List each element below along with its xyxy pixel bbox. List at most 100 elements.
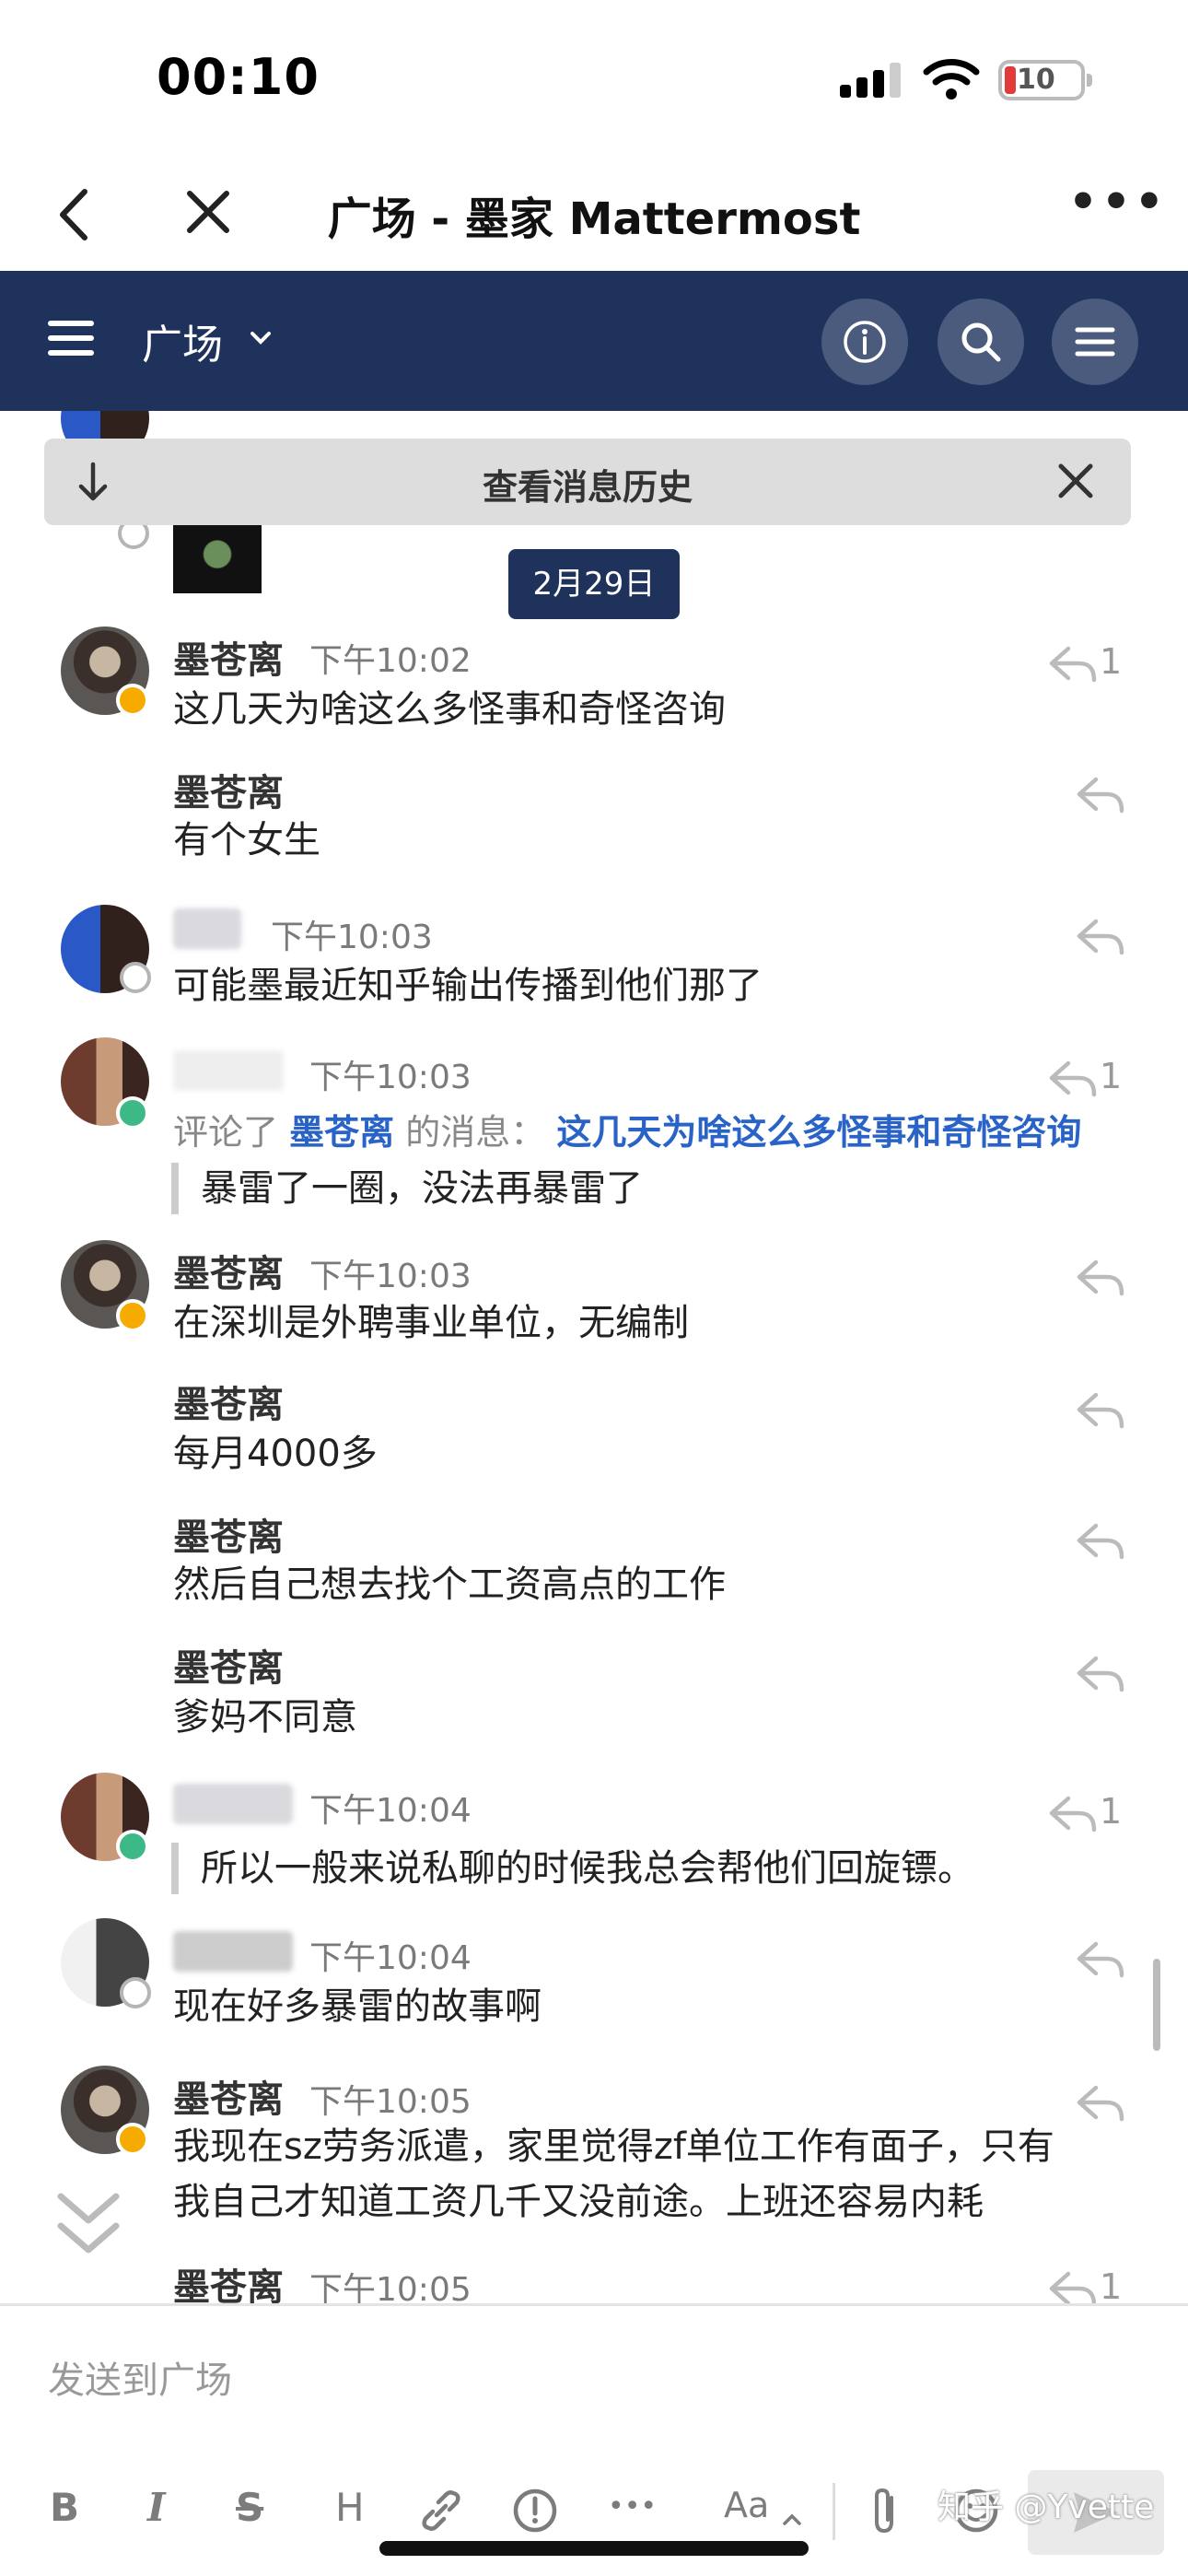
main-menu-icon[interactable] [48, 321, 94, 357]
back-icon[interactable] [52, 182, 98, 247]
status-away-icon [116, 1299, 149, 1332]
scrollbar-thumb[interactable] [1153, 1959, 1160, 2051]
reply-icon[interactable] [1074, 1938, 1127, 1979]
message-text: 暴雷了一圈，没法再暴雷了 [201, 1167, 643, 1210]
toolbar-divider [833, 2483, 835, 2540]
more-options-icon[interactable]: ••• [1068, 175, 1168, 228]
reply-count[interactable]: 1 [1100, 641, 1122, 682]
message-time: 下午10:03 [271, 919, 433, 956]
message-text: 现在好多暴雷的故事啊 [173, 1985, 542, 2028]
comment-header: 评论了 墨苍离 的消息： 这几天为啥这么多怪事和奇怪咨询 [173, 1104, 1081, 1154]
sender-name-redacted [173, 908, 241, 949]
sender-name[interactable]: 墨苍离 [173, 2069, 284, 2123]
channel-header: 广场 [0, 271, 1188, 411]
link-icon[interactable] [416, 2485, 466, 2536]
message-text: 爹妈不同意 [173, 1696, 357, 1739]
message-text-line1: 我现在sz劳务派遣，家里觉得zf单位工作有面子，只有 [173, 2125, 1054, 2168]
sender-name[interactable]: 墨苍离 [173, 1638, 284, 1692]
menu-icon [1075, 327, 1115, 357]
priority-icon[interactable] [510, 2485, 560, 2536]
comment-suffix: 的消息： [405, 1112, 546, 1153]
message-text-line2: 我自己才知道工资几千又没前途。上班还容易内耗 [173, 2181, 984, 2223]
reply-count[interactable]: 1 [1100, 1056, 1122, 1096]
search-icon [961, 322, 1001, 362]
reply-icon[interactable] [1074, 1389, 1127, 1430]
reply-icon[interactable] [1046, 1058, 1100, 1098]
reply-icon[interactable] [1074, 1653, 1127, 1693]
message-text: 这几天为啥这么多怪事和奇怪咨询 [173, 688, 726, 731]
date-separator: 2月29日 [508, 549, 680, 619]
reply-icon[interactable] [1046, 1793, 1100, 1833]
channel-menu-button[interactable] [1052, 299, 1138, 385]
sender-name-redacted [173, 1050, 284, 1091]
status-online-icon [116, 1096, 149, 1130]
message-time: 下午10:02 [309, 642, 472, 680]
italic-button[interactable]: I [147, 2485, 166, 2536]
message-time: 下午10:04 [309, 1939, 472, 1977]
page-title: 广场 - 墨家 Mattermost [327, 193, 861, 245]
sender-name[interactable]: 墨苍离 [173, 1375, 284, 1428]
history-banner[interactable]: 查看消息历史 [44, 439, 1131, 525]
double-chevron-down-icon[interactable] [52, 2189, 125, 2263]
chevron-up-icon[interactable] [781, 2494, 803, 2546]
sender-name[interactable]: 墨苍离 [173, 1244, 284, 1297]
strikethrough-button[interactable]: S [236, 2485, 263, 2536]
channel-name[interactable]: 广场 [142, 311, 223, 370]
channel-info-button[interactable] [821, 299, 908, 385]
message-text: 在深圳是外聘事业单位，无编制 [173, 1302, 689, 1344]
format-button[interactable]: Aa [724, 2485, 769, 2536]
home-indicator[interactable] [379, 2541, 809, 2556]
status-offline-icon [120, 962, 151, 993]
sender-name[interactable]: 墨苍离 [173, 2257, 284, 2303]
reply-icon[interactable] [1074, 1257, 1127, 1297]
reply-icon[interactable] [1074, 774, 1127, 814]
history-banner-label: 查看消息历史 [482, 467, 693, 508]
battery-tip [1087, 74, 1092, 87]
sender-name[interactable]: 墨苍离 [173, 1507, 284, 1561]
battery-icon: 10 [998, 60, 1085, 100]
reply-count[interactable]: 1 [1100, 2266, 1122, 2303]
paperclip-icon[interactable] [866, 2485, 903, 2536]
sender-name[interactable]: 墨苍离 [173, 763, 284, 816]
bold-button[interactable]: B [50, 2485, 79, 2536]
chevron-down-icon[interactable] [247, 324, 274, 352]
reply-count[interactable]: 1 [1100, 1791, 1122, 1832]
message-text: 所以一般来说私聊的时候我总会帮他们回旋镖。 [201, 1847, 974, 1890]
message-time: 下午10:04 [309, 1792, 472, 1830]
message-text: 有个女生 [173, 819, 320, 861]
message-time: 下午10:03 [309, 1059, 472, 1096]
message-list[interactable]: 查看消息历史 2月29日 墨苍离 下午10:02 这几天为啥这么多怪事和奇怪咨询… [0, 411, 1188, 2303]
wifi-icon [923, 59, 980, 100]
status-away-icon [116, 684, 149, 717]
battery-level: 10 [1017, 64, 1055, 96]
info-icon [844, 321, 886, 363]
message-input[interactable]: 发送到广场 [48, 2350, 232, 2404]
reply-icon[interactable] [1074, 916, 1127, 956]
close-icon[interactable] [181, 184, 236, 240]
comment-prefix: 评论了 [173, 1112, 279, 1153]
message-text: 可能墨最近知乎输出传播到他们那了 [173, 965, 763, 1007]
status-away-icon [116, 2123, 149, 2156]
browser-bar: 广场 - 墨家 Mattermost ••• [0, 157, 1188, 271]
reply-icon[interactable] [1046, 643, 1100, 684]
more-formatting-button[interactable]: ••• [608, 2490, 657, 2542]
close-icon[interactable] [1055, 461, 1096, 501]
reply-icon[interactable] [1074, 1520, 1127, 1561]
heading-button[interactable]: H [335, 2485, 365, 2536]
sender-name-redacted [173, 1784, 293, 1824]
comment-author[interactable]: 墨苍离 [289, 1112, 394, 1153]
cellular-signal-icon [840, 61, 904, 98]
quote-bar [171, 1843, 179, 1894]
sender-name[interactable]: 墨苍离 [173, 630, 284, 684]
quote-bar [171, 1163, 179, 1214]
message-time: 下午10:05 [309, 2083, 472, 2121]
watermark: 知乎 @Yvette [938, 2488, 1155, 2526]
reply-icon[interactable] [1046, 2268, 1100, 2303]
status-online-icon [116, 1830, 149, 1863]
message-time: 下午10:05 [309, 2271, 472, 2303]
status-offline-icon [120, 1977, 151, 2008]
comment-link[interactable]: 这几天为啥这么多怪事和奇怪咨询 [556, 1112, 1081, 1153]
reply-icon[interactable] [1074, 2082, 1127, 2123]
status-bar: 00:10 10 [0, 0, 1188, 157]
search-button[interactable] [938, 299, 1024, 385]
